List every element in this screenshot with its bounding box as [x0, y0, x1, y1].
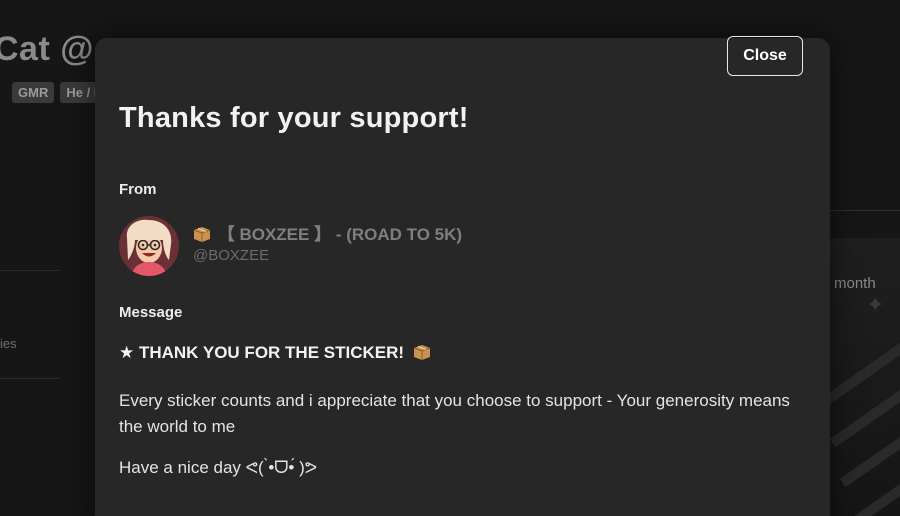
message-headline: ★ THANK YOU FOR THE STICKER!	[119, 343, 433, 363]
package-icon	[193, 227, 211, 242]
message-sign-off: Have a nice day ᕙ( ̀•ᗜ•́ )ᕗ	[119, 458, 318, 477]
modal-title: Thanks for your support!	[119, 102, 469, 134]
badge-gmr: GMR	[12, 82, 55, 103]
screen: Cat @ GMR He / I ies month ✦ Close Thank…	[0, 0, 900, 516]
background-card-label: month	[834, 275, 876, 292]
background-divider	[830, 210, 900, 211]
avatar-cartoon-girl-icon	[119, 216, 179, 276]
close-button[interactable]: Close	[727, 36, 803, 76]
sparkle-icon: ✦	[866, 292, 885, 317]
sender-name-text: 【 BOXZEE 】 - (ROAD TO 5K)	[217, 225, 463, 244]
message-headline-text: ★ THANK YOU FOR THE STICKER!	[119, 343, 405, 362]
sender-avatar[interactable]	[119, 216, 179, 276]
background-nav-item: ies	[0, 336, 17, 351]
background-divider	[0, 378, 60, 379]
message-body: Every sticker counts and i appreciate th…	[119, 391, 790, 436]
background-divider	[0, 270, 60, 271]
profile-badges: GMR He / I	[12, 82, 104, 103]
support-thanks-modal: Close Thanks for your support! From 【 BO…	[95, 36, 830, 516]
sender-handle: @BOXZEE	[193, 247, 270, 264]
from-label: From	[119, 181, 157, 198]
profile-title: Cat @	[0, 30, 94, 68]
sender-name[interactable]: 【 BOXZEE 】 - (ROAD TO 5K)	[193, 220, 462, 245]
message-label: Message	[119, 304, 183, 321]
package-icon	[413, 345, 430, 360]
